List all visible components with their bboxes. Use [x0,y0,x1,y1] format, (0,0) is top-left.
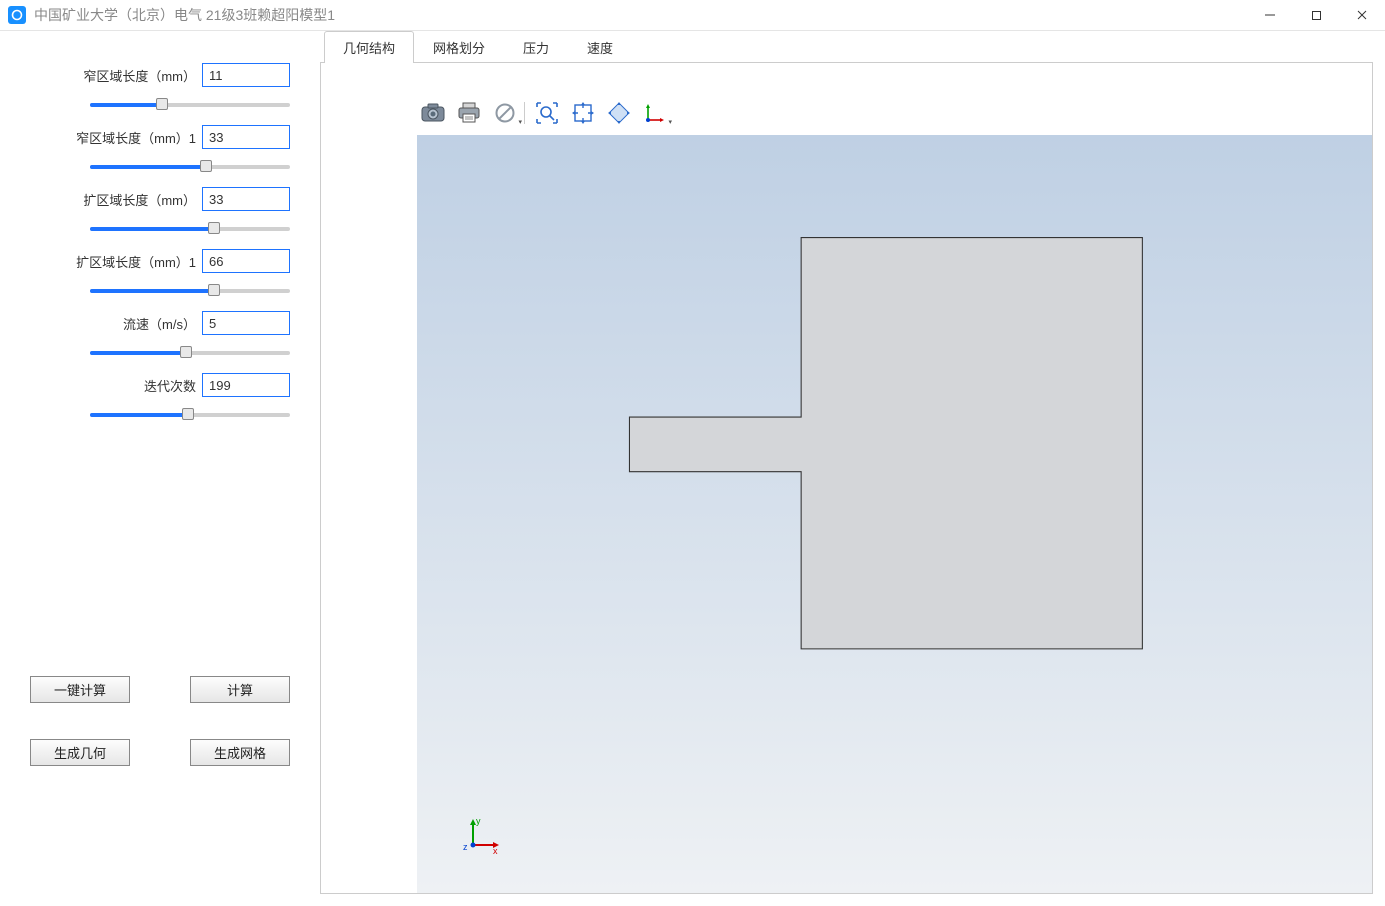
param-group: 窄区域长度（mm）1 [30,125,290,175]
zoom-extents-icon[interactable] [567,97,599,129]
disable-icon[interactable]: ▾ [489,97,521,129]
param-slider[interactable] [90,345,290,361]
svg-text:z: z [463,842,468,852]
param-group: 扩区域长度（mm）1 [30,249,290,299]
close-button[interactable] [1339,0,1385,30]
param-label: 窄区域长度（mm）1 [76,128,196,147]
sidebar: 窄区域长度（mm） 窄区域长度（mm）1 扩区域长度（mm） 扩区域长度（m [0,31,320,906]
tab-bar: 几何结构网格划分压力速度 [320,31,1373,63]
print-icon[interactable] [453,97,485,129]
param-label: 迭代次数 [144,376,196,395]
param-input[interactable] [202,125,290,149]
viewport-toolbar: ▾ [417,97,671,129]
canvas-frame: ▾ [320,63,1373,894]
svg-text:y: y [476,816,481,826]
axis-triad: y x z [461,815,501,855]
one-click-calc-button[interactable]: 一键计算 [30,676,130,703]
minimize-button[interactable] [1247,0,1293,30]
window-controls [1247,0,1385,30]
zoom-box-icon[interactable] [531,97,563,129]
param-input[interactable] [202,249,290,273]
axis-orientation-icon[interactable]: ▾ [639,97,671,129]
param-slider[interactable] [90,221,290,237]
generate-geometry-button[interactable]: 生成几何 [30,739,130,766]
param-group: 流速（m/s） [30,311,290,361]
param-input[interactable] [202,311,290,335]
window-title: 中国矿业大学（北京）电气 21级3班赖超阳模型1 [34,5,335,25]
param-input[interactable] [202,187,290,211]
param-label: 流速（m/s） [123,314,196,333]
tab[interactable]: 网格划分 [414,31,504,63]
param-group: 窄区域长度（mm） [30,63,290,113]
param-input[interactable] [202,63,290,87]
param-group: 扩区域长度（mm） [30,187,290,237]
calc-button[interactable]: 计算 [190,676,290,703]
param-label: 窄区域长度（mm） [83,66,196,85]
param-slider[interactable] [90,407,290,423]
param-group: 迭代次数 [30,373,290,423]
param-label: 扩区域长度（mm） [83,190,196,209]
param-slider[interactable] [90,159,290,175]
tab[interactable]: 速度 [568,31,632,63]
reset-view-icon[interactable] [603,97,635,129]
tab[interactable]: 几何结构 [324,31,414,63]
param-label: 扩区域长度（mm）1 [76,252,196,271]
tab[interactable]: 压力 [504,31,568,63]
param-input[interactable] [202,373,290,397]
param-slider[interactable] [90,97,290,113]
titlebar: 中国矿业大学（北京）电气 21级3班赖超阳模型1 [0,0,1385,31]
param-slider[interactable] [90,283,290,299]
svg-text:x: x [493,846,498,855]
app-icon [8,6,26,24]
generate-mesh-button[interactable]: 生成网格 [190,739,290,766]
screenshot-icon[interactable] [417,97,449,129]
content-area: 几何结构网格划分压力速度 [320,31,1385,906]
viewport[interactable]: y x z [417,135,1372,893]
maximize-button[interactable] [1293,0,1339,30]
